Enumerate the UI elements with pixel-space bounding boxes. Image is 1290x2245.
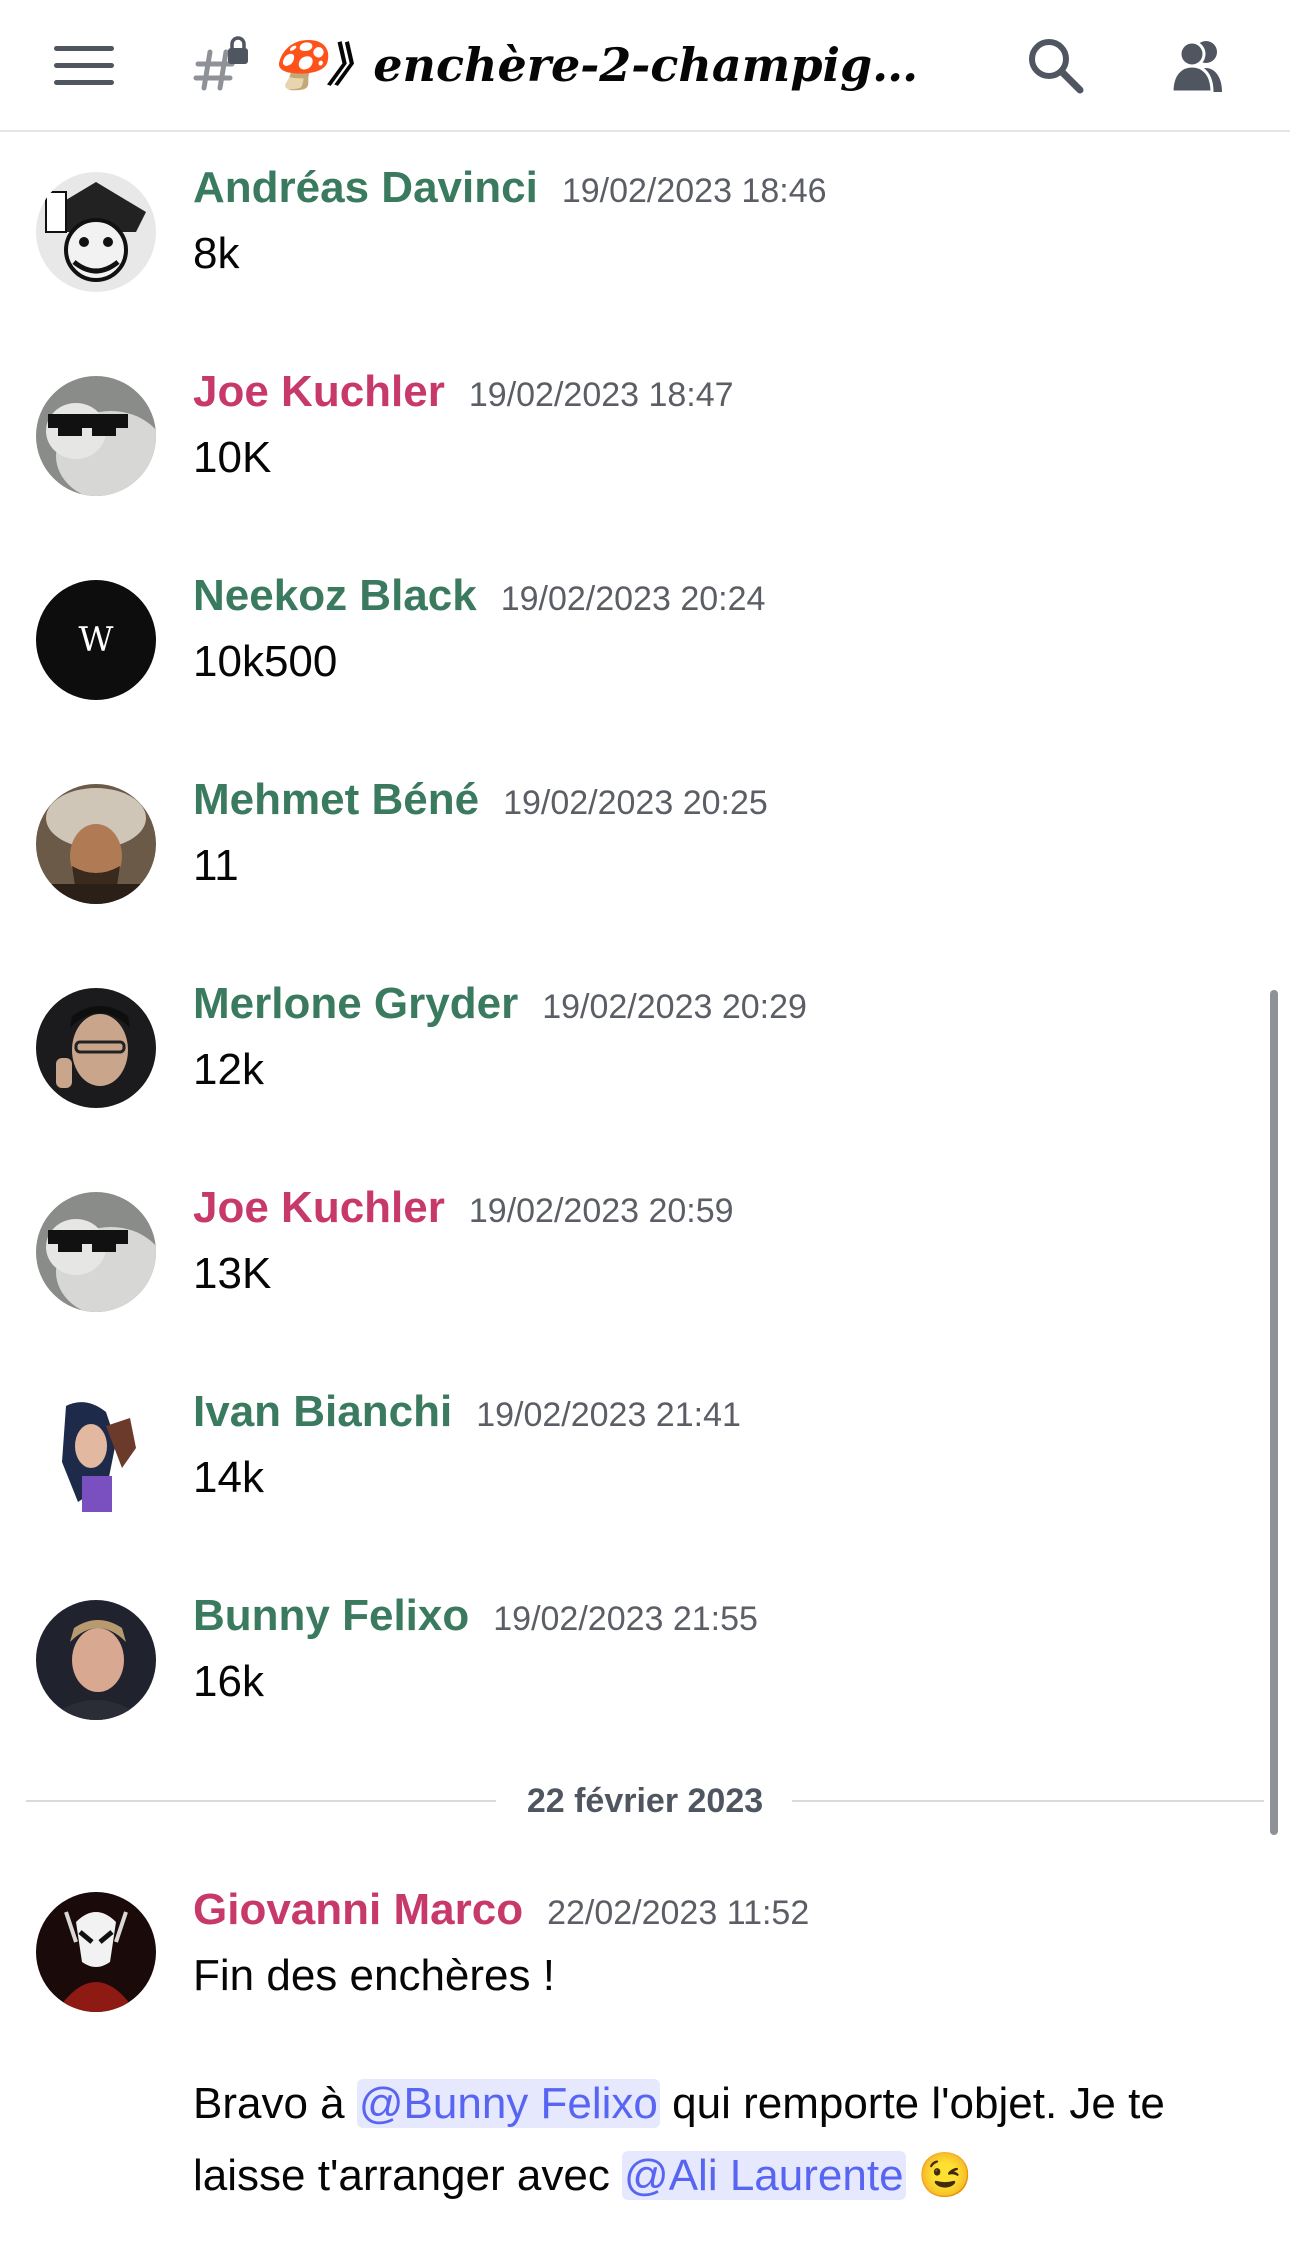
avatar-logo: W [78, 620, 114, 660]
username[interactable]: Merlone Gryder 19/02/2023 20:29 [193, 976, 807, 1035]
message-text: 12k [193, 1045, 264, 1094]
message-item[interactable]: Joe Kuchler 19/02/2023 18:47 10K [0, 364, 1240, 496]
avatar[interactable] [36, 1600, 156, 1720]
members-icon[interactable] [1166, 34, 1228, 96]
username[interactable]: Neekoz Black 19/02/2023 20:24 [193, 568, 765, 627]
message-text: 11 [193, 841, 239, 890]
avatar[interactable] [36, 784, 156, 904]
message-item[interactable]: Mehmet Béné 19/02/2023 20:25 11 [0, 772, 1240, 904]
message-paragraph: Bravo à @Bunny Felixo qui remporte l'obj… [193, 2079, 1165, 2200]
message-item[interactable]: Bunny Felixo 19/02/2023 21:55 16k [0, 1588, 1240, 1720]
timestamp: 19/02/2023 20:24 [500, 580, 766, 618]
user-mention[interactable]: @Ali Laurente [622, 2151, 906, 2200]
message-item[interactable]: Joe Kuchler 19/02/2023 20:59 13K [0, 1180, 1240, 1312]
menu-icon[interactable] [54, 46, 114, 86]
timestamp: 19/02/2023 20:25 [503, 784, 768, 822]
message-text: 8k [193, 229, 240, 278]
avatar[interactable] [36, 172, 156, 292]
message-text: 13K [193, 1249, 272, 1298]
date-divider: 22 février 2023 [26, 1781, 1264, 1821]
message-item[interactable]: Merlone Gryder 19/02/2023 20:29 12k [0, 976, 1240, 1108]
timestamp: 19/02/2023 21:41 [476, 1396, 741, 1434]
message-item[interactable]: Giovanni Marco 22/02/2023 11:52 Fin des e… [0, 1882, 1240, 2212]
username[interactable]: Mehmet Béné 19/02/2023 20:25 [193, 772, 768, 831]
channel-header: 🍄》enchère-2-champig… [0, 0, 1290, 132]
scrollbar[interactable] [1270, 990, 1278, 1835]
user-mention[interactable]: @Bunny Felixo [356, 2079, 660, 2128]
avatar[interactable]: W [36, 580, 156, 700]
avatar[interactable] [36, 1892, 156, 2012]
avatar[interactable] [36, 988, 156, 1108]
message-item[interactable]: Ivan Bianchi 19/02/2023 21:41 14k [0, 1384, 1240, 1516]
message-text: 10k500 [193, 637, 338, 686]
timestamp: 19/02/2023 20:59 [468, 1192, 734, 1230]
avatar[interactable] [36, 1396, 156, 1516]
avatar[interactable] [36, 1192, 156, 1312]
avatar[interactable] [36, 376, 156, 496]
message-text: 10K [193, 433, 272, 482]
timestamp: 19/02/2023 18:46 [561, 172, 827, 210]
username[interactable]: Giovanni Marco 22/02/2023 11:52 [193, 1882, 809, 1941]
date-divider-label: 22 février 2023 [500, 1782, 790, 1820]
timestamp: 19/02/2023 18:47 [468, 376, 734, 414]
timestamp: 19/02/2023 21:55 [493, 1600, 758, 1638]
message-text: 16k [193, 1657, 264, 1706]
timestamp: 22/02/2023 11:52 [547, 1894, 810, 1932]
username[interactable]: Joe Kuchler 19/02/2023 20:59 [193, 1180, 734, 1239]
message-text: Fin des enchères ! [193, 1951, 555, 2000]
wink-emoji: 😉 [917, 2151, 973, 2200]
message-item[interactable]: W Neekoz Black 19/02/2023 20:24 10k500 [0, 568, 1240, 700]
username[interactable]: Andréas Davinci 19/02/2023 18:46 [193, 160, 827, 219]
timestamp: 19/02/2023 20:29 [542, 988, 807, 1026]
username[interactable]: Ivan Bianchi 19/02/2023 21:41 [193, 1384, 741, 1443]
search-icon[interactable] [1024, 34, 1086, 96]
username[interactable]: Joe Kuchler 19/02/2023 18:47 [193, 364, 734, 423]
username[interactable]: Bunny Felixo 19/02/2023 21:55 [193, 1588, 758, 1647]
channel-title: 🍄》enchère-2-champig… [270, 38, 919, 92]
locked-hash-icon [193, 36, 248, 91]
message-item[interactable]: Andréas Davinci 19/02/2023 18:46 8k [0, 160, 1240, 292]
message-text: 14k [193, 1453, 264, 1502]
